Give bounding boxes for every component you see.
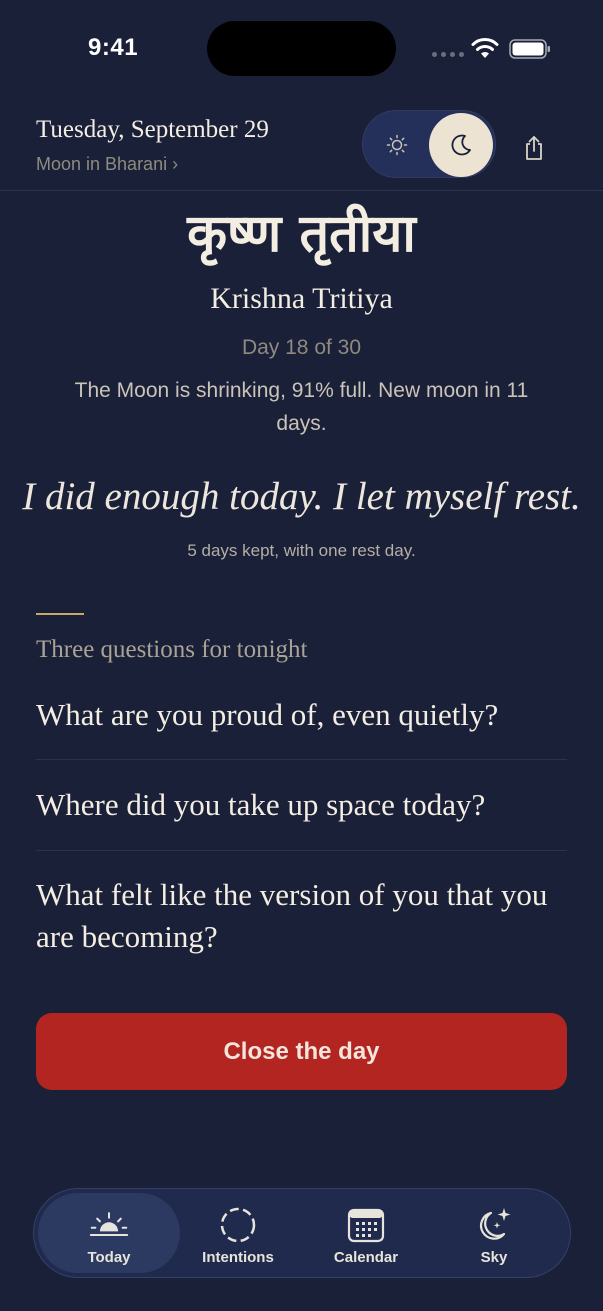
share-icon: [526, 136, 542, 160]
theme-toggle[interactable]: [362, 110, 496, 178]
header: Tuesday, September 29 Moon in Bharani ›: [0, 96, 603, 191]
question-item[interactable]: Where did you take up space today?: [36, 784, 567, 826]
tab-label: Calendar: [333, 1249, 399, 1266]
moon-phase-description: The Moon is shrinking, 91% full. New moo…: [74, 379, 529, 435]
tab-sky[interactable]: Sky: [430, 1189, 558, 1277]
questions-heading: Three questions for tonight: [36, 636, 308, 663]
tab-label: Sky: [480, 1249, 508, 1266]
status-time: 9:41: [88, 34, 139, 61]
moon-stars-icon: [474, 1205, 514, 1245]
tab-today[interactable]: Today: [38, 1193, 180, 1273]
dynamic-island: [207, 21, 396, 76]
battery-icon: [509, 39, 550, 59]
status-bar: 9:41: [0, 0, 603, 96]
question-item[interactable]: What are you proud of, even quietly?: [36, 694, 567, 736]
sun-icon: [386, 134, 408, 156]
tithi-sanskrit: कृष्ण तृतीया: [187, 204, 416, 264]
question-item[interactable]: What felt like the version of you that y…: [36, 874, 567, 958]
tab-calendar[interactable]: Calendar: [302, 1189, 430, 1277]
light-mode-button[interactable]: [375, 123, 419, 167]
header-date: Tuesday, September 29: [36, 116, 269, 143]
tab-label: Today: [87, 1249, 131, 1266]
streak-text: 5 days kept, with one rest day.: [187, 541, 416, 560]
tab-intentions[interactable]: Intentions: [174, 1189, 302, 1277]
divider: [36, 850, 567, 851]
tab-label: Intentions: [202, 1249, 274, 1266]
affirmation: I did enough today. I let myself rest.: [22, 475, 581, 518]
divider: [36, 759, 567, 760]
wifi-icon: [471, 38, 499, 58]
dark-mode-button[interactable]: [429, 113, 493, 177]
share-button[interactable]: [516, 130, 552, 166]
sunrise-icon: [89, 1205, 129, 1245]
close-the-day-button[interactable]: Close the day: [36, 1013, 567, 1090]
accent-divider: [36, 613, 84, 615]
tab-bar: Today Intentions Calendar Sky: [33, 1188, 571, 1278]
tithi-name: Krishna Tritiya: [210, 282, 393, 315]
lunar-day-count: Day 18 of 30: [241, 336, 362, 359]
moon-icon: [451, 134, 471, 156]
calendar-icon: [346, 1205, 386, 1245]
moon-nakshatra-link[interactable]: Moon in Bharani ›: [36, 154, 178, 175]
cellular-signal-icon: [432, 52, 464, 57]
dashed-circle-icon: [218, 1205, 258, 1245]
